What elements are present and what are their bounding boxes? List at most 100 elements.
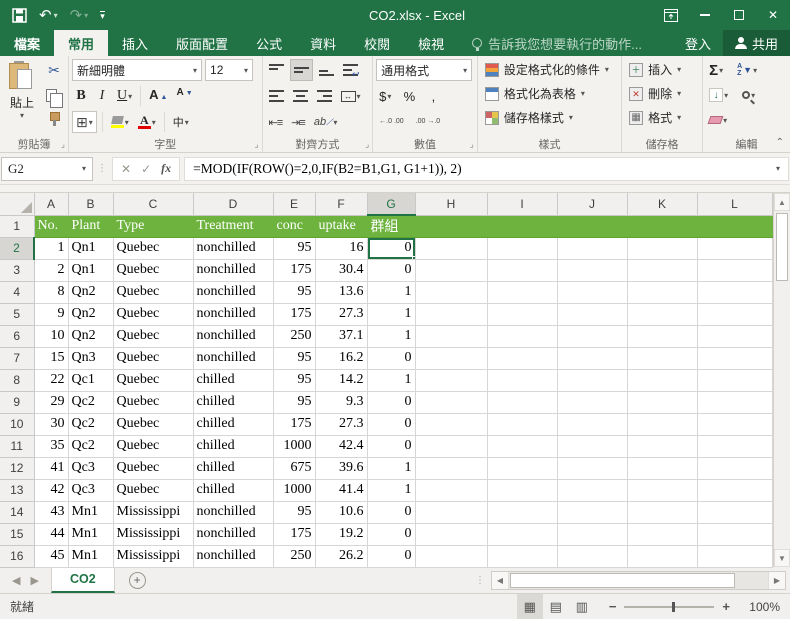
column-header-C[interactable]: C (113, 193, 194, 216)
cell-C4[interactable]: Quebec (113, 281, 194, 304)
vertical-scrollbar[interactable]: ▲ ▼ (773, 193, 790, 567)
row-header-6[interactable]: 6 (0, 325, 35, 348)
scroll-down-icon[interactable]: ▼ (774, 549, 790, 567)
column-header-B[interactable]: B (68, 193, 114, 216)
cell-D4[interactable]: nonchilled (193, 281, 274, 304)
cell-D9[interactable]: chilled (193, 391, 274, 414)
cell-L12[interactable] (697, 457, 773, 480)
name-box[interactable]: G2 ▾ (1, 156, 93, 181)
cell-A14[interactable]: 43 (34, 501, 69, 524)
cell-H3[interactable] (415, 259, 488, 282)
cell-F13[interactable]: 41.4 (315, 479, 368, 502)
cell-J12[interactable] (557, 457, 628, 480)
fill-color-button[interactable]: ▾ (108, 111, 132, 133)
sheet-tab-co2[interactable]: CO2 (50, 567, 115, 593)
cell-C3[interactable]: Quebec (113, 259, 194, 282)
cell-F1[interactable]: uptake (315, 215, 368, 238)
cell-H12[interactable] (415, 457, 488, 480)
cell-I12[interactable] (487, 457, 558, 480)
format-cells-button[interactable]: 格式▾ (625, 106, 699, 129)
cell-C10[interactable]: Quebec (113, 413, 194, 436)
cell-K10[interactable] (627, 413, 698, 436)
cell-D15[interactable]: nonchilled (193, 523, 274, 546)
sign-in-button[interactable]: 登入 (673, 30, 723, 56)
vertical-scroll-thumb[interactable] (776, 213, 788, 281)
clipboard-dialog-launcher[interactable]: ⌟ (61, 139, 65, 150)
cell-E16[interactable]: 250 (273, 545, 316, 568)
cell-G15[interactable]: 0 (367, 523, 416, 546)
cell-B5[interactable]: Qn2 (68, 303, 114, 326)
column-header-E[interactable]: E (273, 193, 316, 216)
cell-G16[interactable]: 0 (367, 545, 416, 568)
decrease-font-button[interactable]: A ▼ (173, 85, 195, 107)
fill-button[interactable]: ↓ ▾ (706, 84, 731, 106)
font-name-combo[interactable]: 新細明體 ▾ (72, 59, 203, 81)
cell-I3[interactable] (487, 259, 558, 282)
tab-scroll-grip[interactable]: ⋮ (475, 575, 485, 586)
cell-I9[interactable] (487, 391, 558, 414)
cell-J11[interactable] (557, 435, 628, 458)
column-header-F[interactable]: F (315, 193, 368, 216)
cell-D10[interactable]: chilled (193, 413, 274, 436)
cell-F12[interactable]: 39.6 (315, 457, 368, 480)
cell-I2[interactable] (487, 237, 558, 260)
tab-檢視[interactable]: 檢視 (404, 30, 458, 56)
cell-E13[interactable]: 1000 (273, 479, 316, 502)
cell-J3[interactable] (557, 259, 628, 282)
cell-B11[interactable]: Qc2 (68, 435, 114, 458)
cell-D8[interactable]: chilled (193, 369, 274, 392)
column-header-G[interactable]: G (367, 193, 416, 216)
tab-校閱[interactable]: 校閱 (350, 30, 404, 56)
cell-I1[interactable] (487, 215, 558, 238)
cell-J7[interactable] (557, 347, 628, 370)
align-bottom-button[interactable] (316, 59, 337, 81)
cell-styles-button[interactable]: 儲存格樣式 ▾ (481, 106, 618, 129)
expand-formula-bar-button[interactable]: ▾ (776, 164, 780, 173)
tab-公式[interactable]: 公式 (242, 30, 296, 56)
cell-B7[interactable]: Qn3 (68, 347, 114, 370)
cell-E14[interactable]: 95 (273, 501, 316, 524)
cell-B1[interactable]: Plant (68, 215, 114, 238)
cell-H16[interactable] (415, 545, 488, 568)
cell-E10[interactable]: 175 (273, 413, 316, 436)
clear-button[interactable]: ▾ (706, 109, 730, 131)
cell-C6[interactable]: Quebec (113, 325, 194, 348)
comma-style-button[interactable]: , (424, 85, 442, 107)
borders-button[interactable]: ⊞ ▾ (72, 111, 97, 133)
cell-L4[interactable] (697, 281, 773, 304)
cell-E15[interactable]: 175 (273, 523, 316, 546)
row-header-8[interactable]: 8 (0, 369, 35, 392)
cell-J2[interactable] (557, 237, 628, 260)
cell-F11[interactable]: 42.4 (315, 435, 368, 458)
cell-C13[interactable]: Quebec (113, 479, 194, 502)
cell-F9[interactable]: 9.3 (315, 391, 368, 414)
cell-L8[interactable] (697, 369, 773, 392)
tab-file[interactable]: 檔案 (0, 30, 55, 56)
bold-button[interactable]: B (72, 85, 90, 107)
cell-J13[interactable] (557, 479, 628, 502)
font-color-button[interactable]: A ▾ (135, 111, 159, 133)
cell-G4[interactable]: 1 (367, 281, 416, 304)
decrease-decimal-button[interactable]: .00 →.0 (413, 111, 444, 133)
cell-I5[interactable] (487, 303, 558, 326)
cell-A11[interactable]: 35 (34, 435, 69, 458)
cell-J6[interactable] (557, 325, 628, 348)
cell-E4[interactable]: 95 (273, 281, 316, 304)
italic-button[interactable]: I (93, 85, 111, 107)
cell-F4[interactable]: 13.6 (315, 281, 368, 304)
cell-E8[interactable]: 95 (273, 369, 316, 392)
cell-D12[interactable]: chilled (193, 457, 274, 480)
row-header-4[interactable]: 4 (0, 281, 35, 304)
cell-C15[interactable]: Mississippi (113, 523, 194, 546)
increase-indent-button[interactable]: ⇥≡ (288, 111, 308, 133)
tab-插入[interactable]: 插入 (108, 30, 162, 56)
underline-button[interactable]: U ▾ (114, 85, 135, 107)
cell-F2[interactable]: 16 (315, 237, 368, 260)
redo-button[interactable]: ↷ ▾ (66, 4, 93, 26)
align-top-button[interactable] (266, 59, 287, 81)
cell-K2[interactable] (627, 237, 698, 260)
cell-I6[interactable] (487, 325, 558, 348)
cell-J10[interactable] (557, 413, 628, 436)
row-header-3[interactable]: 3 (0, 259, 35, 282)
scroll-left-icon[interactable]: ◀ (492, 571, 509, 589)
